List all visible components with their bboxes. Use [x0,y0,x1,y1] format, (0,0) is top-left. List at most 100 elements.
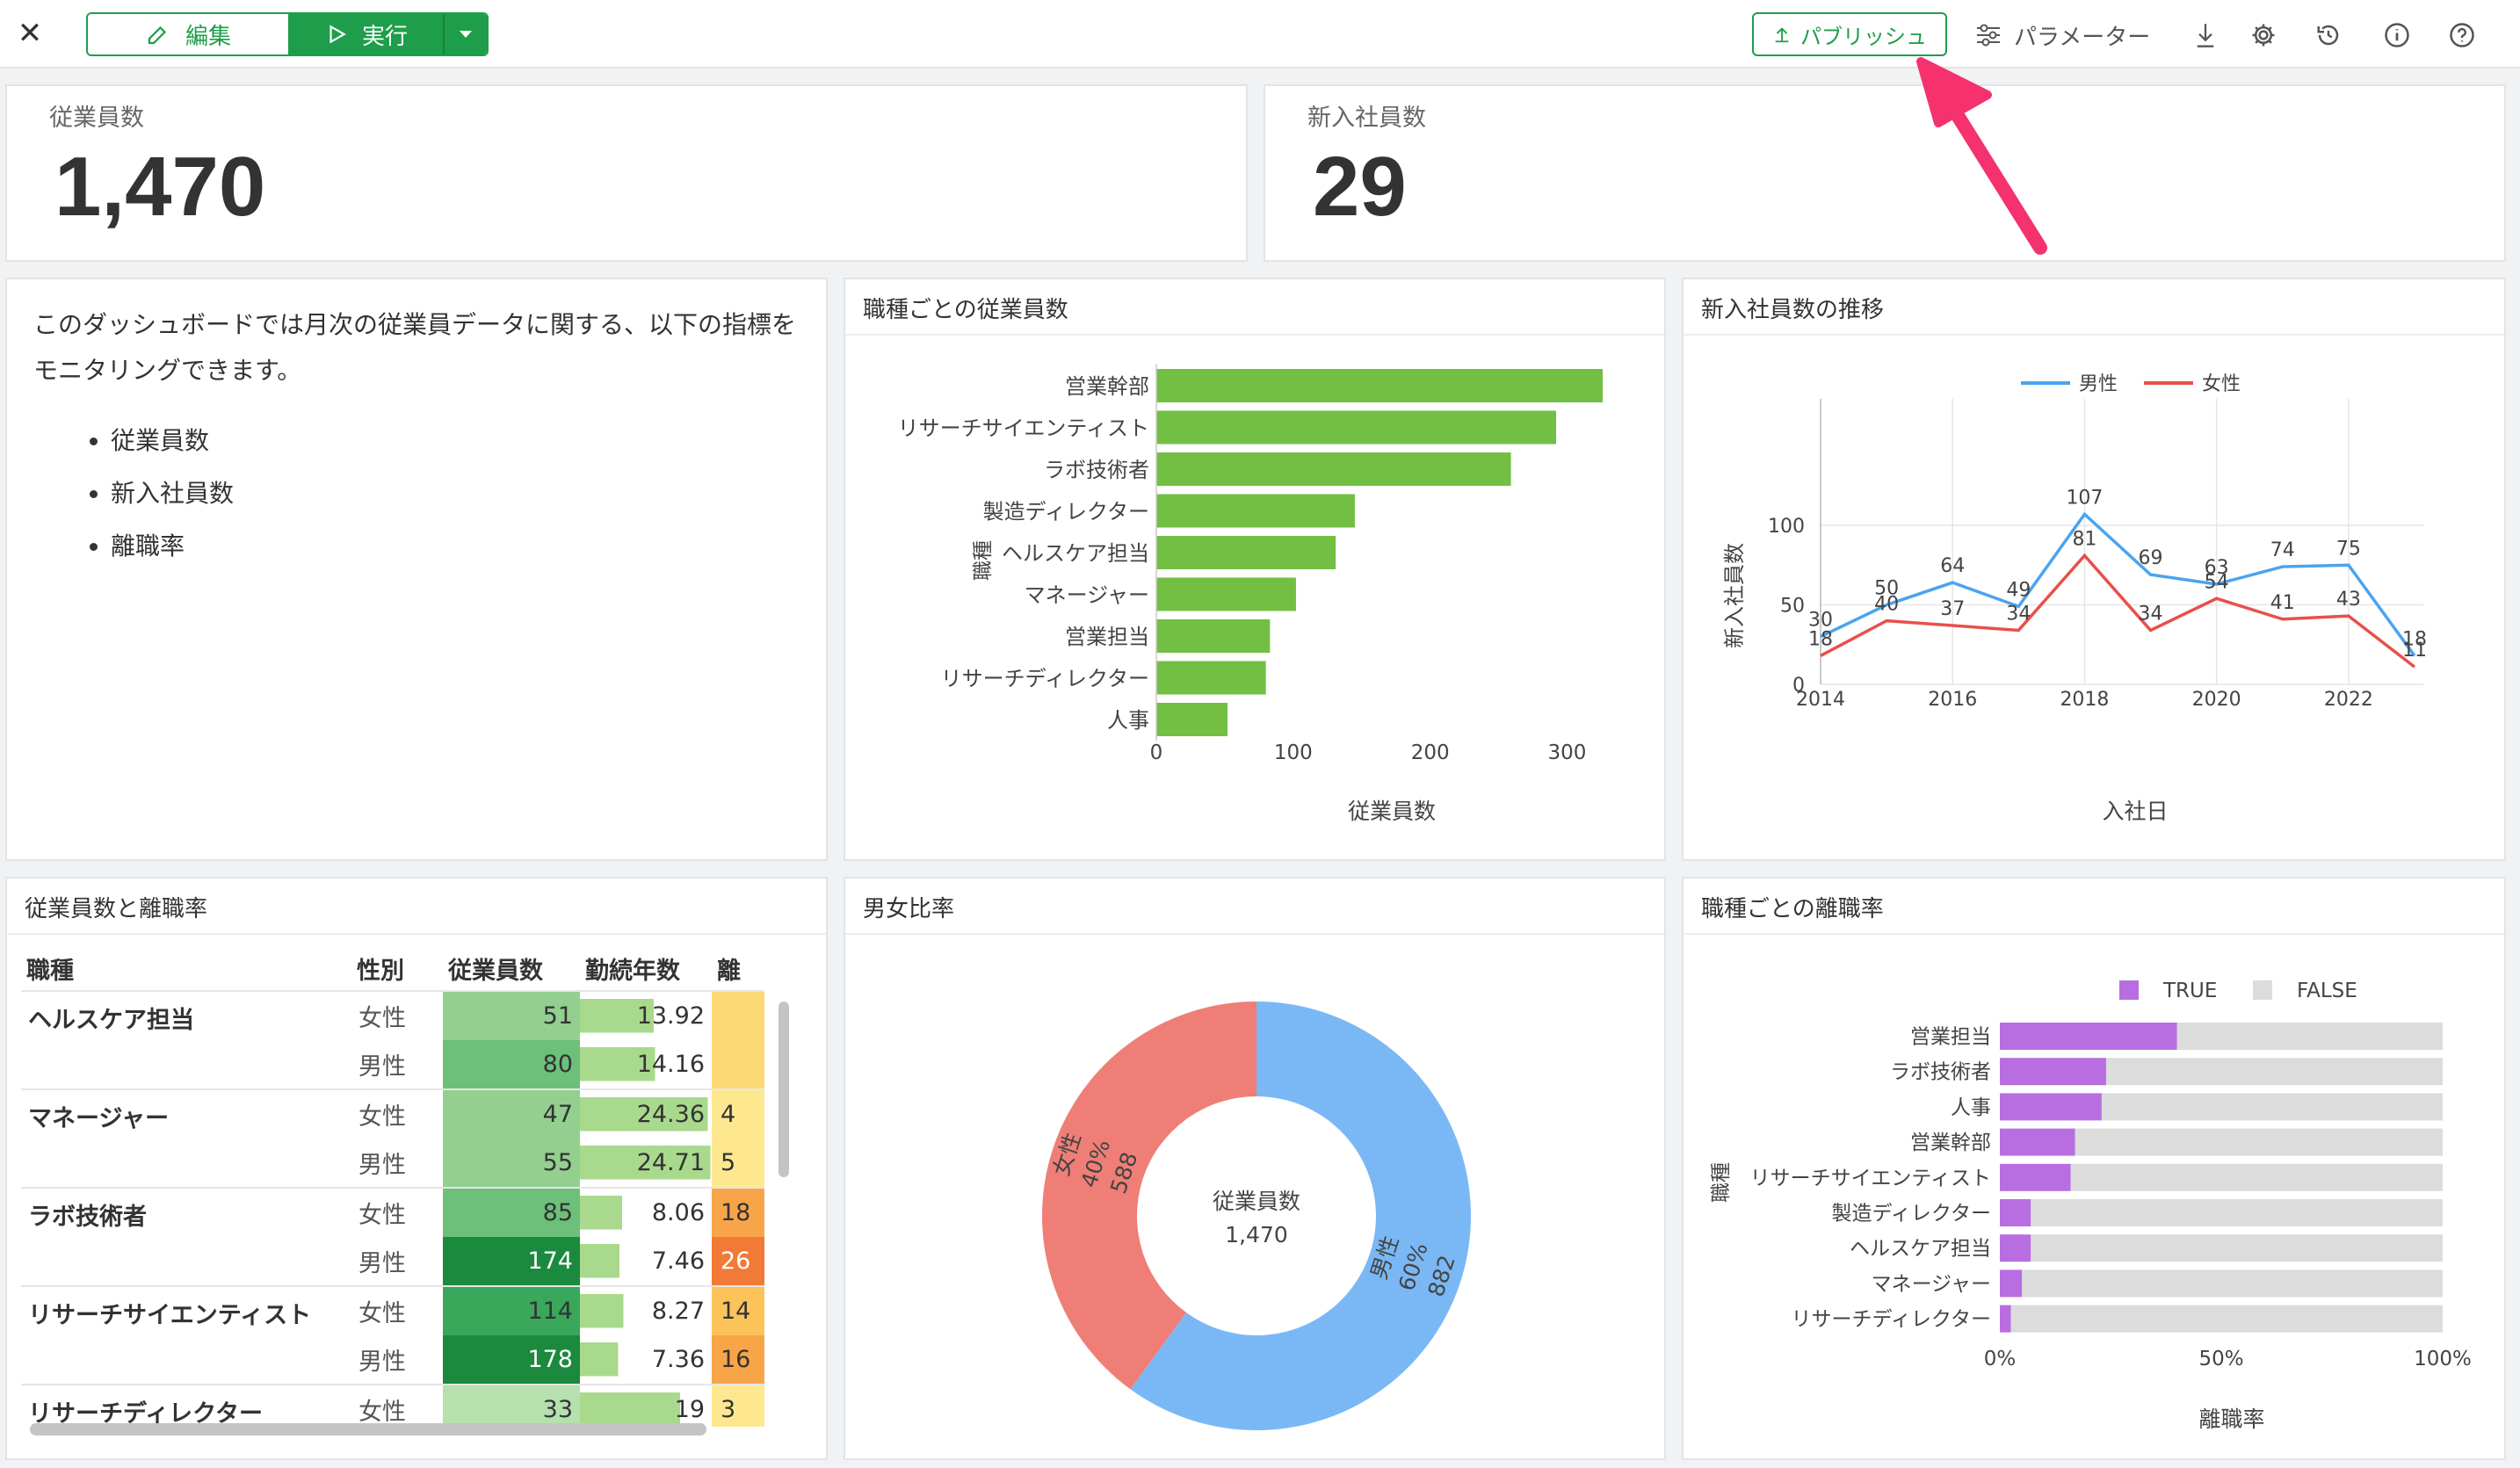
role-count-bar-chart: 営業幹部リサーチサイエンティストラボ技術者製造ディレクターヘルスケア担当マネージ… [898,364,1603,824]
edit-button[interactable]: 編集 [88,14,288,54]
data-label: 75 [2336,538,2361,560]
new-hires-line-chart: 2014 2016 2018 2020 20220501003050644910769 6… [1722,373,2427,824]
stacked-bar-segment-true [2000,1023,2177,1050]
data-label: 81 [2072,528,2096,550]
table-header-row: 職種 性別 従業員数 勤続年数 離 [21,947,764,991]
category-label: ラボ技術者 [1044,458,1149,482]
stacked-bar-segment-true [2000,1058,2106,1086]
data-label: 74 [2270,539,2295,561]
tenure-cell: 24.71 [580,1139,712,1188]
column-header-gender[interactable]: 性別 [351,947,443,991]
category-label: リサーチサイエンティスト [1750,1167,1991,1190]
download-icon[interactable] [2188,18,2223,53]
metric-list: 従業員数 新入社員数 離職率 [33,415,807,573]
gender-donut-chart: 男性60%882女性40%588従業員数1,470 [1042,1002,1471,1430]
kpi-label: 従業員数 [49,105,144,132]
tenure-cell: 8.06 [580,1188,712,1237]
gender-cell: 男性 [358,1053,406,1081]
table-row: ヘルスケア担当 女性 51 13.92 [21,991,764,1040]
bar [1156,494,1355,528]
table-row: 男性 80 14.16 [21,1040,764,1089]
table-row: 男性 55 24.71 5 [21,1139,764,1188]
column-header-tenure[interactable]: 勤続年数 [580,947,712,991]
data-label: 11 [2402,640,2427,662]
column-header-role[interactable]: 職種 [21,947,351,991]
pivot-table: 職種 性別 従業員数 勤続年数 離 ヘルスケア担当 女性 51 13.92 男性 80 14… [21,947,764,1427]
bar [1156,577,1296,611]
description-card: このダッシュボードでは月次の従業員データに関する、以下の指標をモニタリングできま… [5,278,828,861]
gender-cell: 女性 [358,1103,406,1131]
count-cell: 178 [443,1335,580,1385]
new-hires-trend-card: 新入社員数の推移 2014 2016 2018 2020 2022 0 50 100 30 50 6… [1682,278,2506,861]
data-label: 64 [1940,555,1965,577]
category-label: ヘルスケア担当 [1002,541,1149,566]
x-tick-label: 2022 [2324,689,2373,711]
legend-label: TRUE [2162,980,2217,1002]
parameter-button[interactable]: パラメーター [1975,16,2150,54]
role-cell: リサーチサイエンティスト [28,1302,312,1329]
tenure-cell: 8.27 [580,1286,712,1335]
role-count-chart-card: 職種ごとの従業員数 営業幹部 リサーチサイエンティスト ラボ技術者 製造ディレクターヘ… [844,278,1666,861]
publish-button[interactable]: パブリッシュ [1752,12,1947,56]
y-tick-label: 0 [1792,675,1805,697]
x-axis-title: 離職率 [2198,1407,2264,1432]
mode-button-group: 編集 実行 [86,12,489,56]
kpi-label: 新入社員数 [1307,105,1426,132]
tenure-cell: 13.92 [580,991,712,1040]
attrition-stacked-bar-chart: 営業担当ラボ技術者人事営業幹部リサーチサイエンティスト製造ディレクターヘルスケア… [1710,980,2472,1432]
help-icon[interactable] [2444,18,2480,53]
history-icon[interactable] [2311,18,2346,53]
horizontal-scrollbar[interactable] [30,1423,706,1435]
attrition-cell: 16 [712,1335,764,1385]
edit-button-label: 編集 [185,23,231,50]
category-label: 営業担当 [1065,625,1149,649]
stacked-bar-segment-false [2105,1058,2443,1086]
table-row: マネージャー 女性 47 24.36 4 [21,1089,764,1139]
bar [1156,661,1266,695]
run-button[interactable]: 実行 [288,14,443,54]
stacked-bar-segment-true [2000,1269,2023,1298]
legend-swatch [2253,980,2272,1000]
category-label: リサーチディレクター [1792,1308,1991,1331]
gender-cell: 女性 [358,1300,406,1327]
x-tick-label: 2016 [1928,689,1977,711]
gear-icon[interactable] [2246,18,2281,53]
data-label: 49 [2006,579,2031,601]
kpi-value: 1,470 [54,140,266,234]
gender-cell: 男性 [358,1349,406,1376]
data-label: 34 [2139,603,2163,625]
stacked-bar-segment-false [2031,1234,2443,1262]
bar [1156,703,1228,736]
bar [1156,619,1271,653]
run-dropdown-button[interactable] [443,14,487,54]
attrition-cell: 18 [712,1188,764,1237]
count-cell: 80 [443,1040,580,1089]
role-cell [21,1139,351,1188]
top-toolbar: ✕ 編集 実行 パブリッシュ パラメーター [0,0,2520,69]
vertical-scrollbar[interactable] [778,1002,789,1177]
sliders-icon [1977,24,2000,47]
table-row: 男性 178 7.36 16 [21,1335,764,1385]
upload-icon [1775,27,1789,43]
count-cell: 33 [443,1385,580,1427]
bar [1156,369,1603,402]
stacked-bar-segment-false [2101,1093,2443,1121]
stacked-bar-segment-false [2176,1023,2443,1050]
y-axis-title: 職種 [972,540,995,581]
stacked-bar-segment-true [2000,1128,2075,1156]
tenure-cell: 7.46 [580,1237,712,1286]
close-icon[interactable]: ✕ [12,16,47,51]
category-label: ヘルスケア担当 [1850,1238,1991,1261]
data-label: 34 [2006,603,2031,625]
count-cell: 114 [443,1286,580,1335]
data-label: 37 [1940,598,1965,620]
column-header-count[interactable]: 従業員数 [443,947,580,991]
data-label: 40 [1874,594,1899,616]
column-header-attrition[interactable]: 離 [712,947,764,991]
donut-center-value: 1,470 [1225,1222,1288,1247]
description-text: このダッシュボードでは月次の従業員データに関する、以下の指標をモニタリングできま… [33,310,797,385]
info-icon[interactable] [2379,18,2415,53]
attrition-cell: 4 [712,1089,764,1139]
gender-cell: 男性 [358,1152,406,1179]
data-label: 43 [2336,589,2361,611]
